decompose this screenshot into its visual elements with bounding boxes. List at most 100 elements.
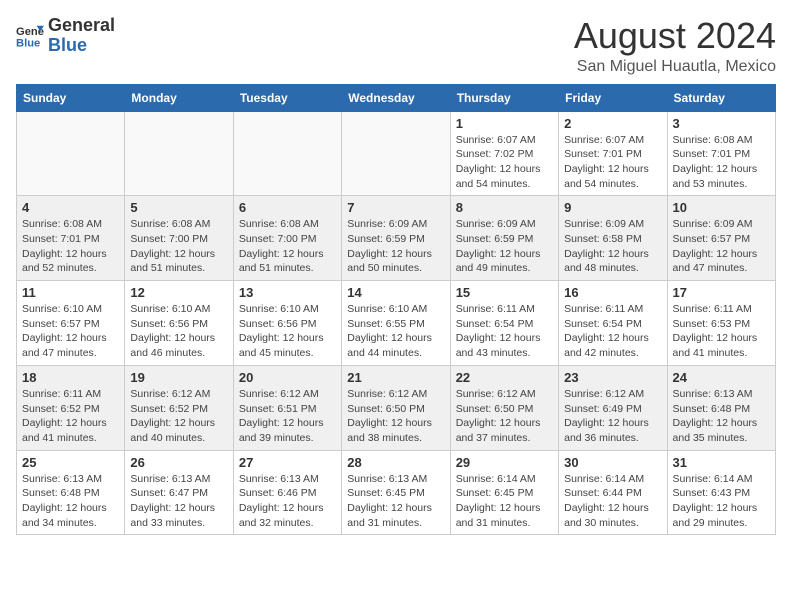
weekday-header-friday: Friday — [559, 84, 667, 111]
week-row-4: 18 Sunrise: 6:11 AMSunset: 6:52 PMDayligh… — [17, 365, 776, 450]
day-info: Sunrise: 6:10 AMSunset: 6:55 PMDaylight:… — [347, 302, 444, 361]
week-row-2: 4 Sunrise: 6:08 AMSunset: 7:01 PMDaylight… — [17, 196, 776, 281]
calendar-cell: 24 Sunrise: 6:13 AMSunset: 6:48 PMDayligh… — [667, 365, 775, 450]
week-row-3: 11Sunrise: 6:10 AMSunset: 6:57 PMDayligh… — [17, 281, 776, 366]
calendar-cell — [342, 111, 450, 196]
day-number: 28 — [347, 455, 444, 470]
day-number: 22 — [456, 370, 553, 385]
day-info: Sunrise: 6:12 AMSunset: 6:52 PMDaylight:… — [130, 387, 227, 446]
calendar-cell: 2Sunrise: 6:07 AMSunset: 7:01 PMDaylight… — [559, 111, 667, 196]
day-number: 31 — [673, 455, 770, 470]
calendar-cell: 1 Sunrise: 6:07 AMSunset: 7:02 PMDaylight… — [450, 111, 558, 196]
calendar-cell: 25 Sunrise: 6:13 AMSunset: 6:48 PMDayligh… — [17, 450, 125, 535]
day-info: Sunrise: 6:13 AMSunset: 6:48 PMDaylight:… — [673, 387, 770, 446]
day-number: 12 — [130, 285, 227, 300]
calendar-cell: 21Sunrise: 6:12 AMSunset: 6:50 PMDayligh… — [342, 365, 450, 450]
main-title: August 2024 — [574, 16, 776, 56]
day-number: 25 — [22, 455, 119, 470]
day-info: Sunrise: 6:14 AMSunset: 6:44 PMDaylight:… — [564, 472, 661, 531]
calendar-cell: 8 Sunrise: 6:09 AMSunset: 6:59 PMDaylight… — [450, 196, 558, 281]
day-info: Sunrise: 6:13 AMSunset: 6:47 PMDaylight:… — [130, 472, 227, 531]
subtitle: San Miguel Huautla, Mexico — [574, 58, 776, 76]
calendar-cell: 12 Sunrise: 6:10 AMSunset: 6:56 PMDayligh… — [125, 281, 233, 366]
day-number: 13 — [239, 285, 336, 300]
day-number: 4 — [22, 200, 119, 215]
weekday-header-row: SundayMondayTuesdayWednesdayThursdayFrid… — [17, 84, 776, 111]
day-number: 14 — [347, 285, 444, 300]
day-info: Sunrise: 6:08 AMSunset: 7:00 PMDaylight:… — [239, 217, 336, 276]
calendar-cell — [17, 111, 125, 196]
day-info: Sunrise: 6:12 AMSunset: 6:50 PMDaylight:… — [456, 387, 553, 446]
day-info: Sunrise: 6:08 AMSunset: 7:01 PMDaylight:… — [673, 133, 770, 192]
day-number: 6 — [239, 200, 336, 215]
day-info: Sunrise: 6:08 AMSunset: 7:00 PMDaylight:… — [130, 217, 227, 276]
day-info: Sunrise: 6:14 AMSunset: 6:45 PMDaylight:… — [456, 472, 553, 531]
day-number: 3 — [673, 116, 770, 131]
day-info: Sunrise: 6:09 AMSunset: 6:59 PMDaylight:… — [456, 217, 553, 276]
day-info: Sunrise: 6:11 AMSunset: 6:54 PMDaylight:… — [456, 302, 553, 361]
calendar-cell: 19 Sunrise: 6:12 AMSunset: 6:52 PMDayligh… — [125, 365, 233, 450]
day-info: Sunrise: 6:11 AMSunset: 6:52 PMDaylight:… — [22, 387, 119, 446]
day-number: 26 — [130, 455, 227, 470]
weekday-header-thursday: Thursday — [450, 84, 558, 111]
day-info: Sunrise: 6:14 AMSunset: 6:43 PMDaylight:… — [673, 472, 770, 531]
day-info: Sunrise: 6:09 AMSunset: 6:59 PMDaylight:… — [347, 217, 444, 276]
day-number: 24 — [673, 370, 770, 385]
calendar-cell: 13Sunrise: 6:10 AMSunset: 6:56 PMDayligh… — [233, 281, 341, 366]
calendar-cell: 22 Sunrise: 6:12 AMSunset: 6:50 PMDayligh… — [450, 365, 558, 450]
day-number: 20 — [239, 370, 336, 385]
logo-blue: Blue — [48, 36, 115, 56]
calendar-cell: 17 Sunrise: 6:11 AMSunset: 6:53 PMDayligh… — [667, 281, 775, 366]
day-number: 7 — [347, 200, 444, 215]
calendar-cell: 26 Sunrise: 6:13 AMSunset: 6:47 PMDayligh… — [125, 450, 233, 535]
svg-text:Blue: Blue — [16, 37, 40, 49]
calendar-cell: 6 Sunrise: 6:08 AMSunset: 7:00 PMDaylight… — [233, 196, 341, 281]
calendar-cell: 30 Sunrise: 6:14 AMSunset: 6:44 PMDayligh… — [559, 450, 667, 535]
calendar-cell: 29 Sunrise: 6:14 AMSunset: 6:45 PMDayligh… — [450, 450, 558, 535]
logo-text: General Blue — [48, 16, 115, 56]
week-row-5: 25 Sunrise: 6:13 AMSunset: 6:48 PMDayligh… — [17, 450, 776, 535]
day-number: 19 — [130, 370, 227, 385]
day-info: Sunrise: 6:07 AMSunset: 7:02 PMDaylight:… — [456, 133, 553, 192]
day-number: 23 — [564, 370, 661, 385]
calendar-cell: 10Sunrise: 6:09 AMSunset: 6:57 PMDayligh… — [667, 196, 775, 281]
weekday-header-wednesday: Wednesday — [342, 84, 450, 111]
page-header: General Blue General Blue August 2024 Sa… — [16, 16, 776, 76]
day-info: Sunrise: 6:13 AMSunset: 6:48 PMDaylight:… — [22, 472, 119, 531]
day-number: 8 — [456, 200, 553, 215]
weekday-header-monday: Monday — [125, 84, 233, 111]
day-number: 17 — [673, 285, 770, 300]
week-row-1: 1 Sunrise: 6:07 AMSunset: 7:02 PMDaylight… — [17, 111, 776, 196]
day-number: 1 — [456, 116, 553, 131]
calendar-cell: 7 Sunrise: 6:09 AMSunset: 6:59 PMDaylight… — [342, 196, 450, 281]
day-info: Sunrise: 6:11 AMSunset: 6:53 PMDaylight:… — [673, 302, 770, 361]
calendar-cell: 11Sunrise: 6:10 AMSunset: 6:57 PMDayligh… — [17, 281, 125, 366]
day-number: 18 — [22, 370, 119, 385]
calendar-cell: 14 Sunrise: 6:10 AMSunset: 6:55 PMDayligh… — [342, 281, 450, 366]
calendar-cell — [125, 111, 233, 196]
calendar-cell: 27Sunrise: 6:13 AMSunset: 6:46 PMDayligh… — [233, 450, 341, 535]
day-info: Sunrise: 6:12 AMSunset: 6:51 PMDaylight:… — [239, 387, 336, 446]
day-info: Sunrise: 6:13 AMSunset: 6:45 PMDaylight:… — [347, 472, 444, 531]
day-number: 30 — [564, 455, 661, 470]
day-number: 29 — [456, 455, 553, 470]
calendar-cell: 15 Sunrise: 6:11 AMSunset: 6:54 PMDayligh… — [450, 281, 558, 366]
day-number: 16 — [564, 285, 661, 300]
calendar-cell: 9Sunrise: 6:09 AMSunset: 6:58 PMDaylight… — [559, 196, 667, 281]
calendar-cell: 3 Sunrise: 6:08 AMSunset: 7:01 PMDaylight… — [667, 111, 775, 196]
day-info: Sunrise: 6:10 AMSunset: 6:56 PMDaylight:… — [130, 302, 227, 361]
calendar-cell: 4 Sunrise: 6:08 AMSunset: 7:01 PMDaylight… — [17, 196, 125, 281]
calendar-table: SundayMondayTuesdayWednesdayThursdayFrid… — [16, 84, 776, 536]
day-number: 9 — [564, 200, 661, 215]
calendar-cell: 16 Sunrise: 6:11 AMSunset: 6:54 PMDayligh… — [559, 281, 667, 366]
day-info: Sunrise: 6:08 AMSunset: 7:01 PMDaylight:… — [22, 217, 119, 276]
weekday-header-saturday: Saturday — [667, 84, 775, 111]
day-number: 5 — [130, 200, 227, 215]
calendar-cell: 28 Sunrise: 6:13 AMSunset: 6:45 PMDayligh… — [342, 450, 450, 535]
title-section: August 2024 San Miguel Huautla, Mexico — [574, 16, 776, 76]
logo: General Blue General Blue — [16, 16, 115, 56]
logo-general: General — [48, 16, 115, 36]
day-info: Sunrise: 6:07 AMSunset: 7:01 PMDaylight:… — [564, 133, 661, 192]
day-number: 15 — [456, 285, 553, 300]
day-info: Sunrise: 6:11 AMSunset: 6:54 PMDaylight:… — [564, 302, 661, 361]
